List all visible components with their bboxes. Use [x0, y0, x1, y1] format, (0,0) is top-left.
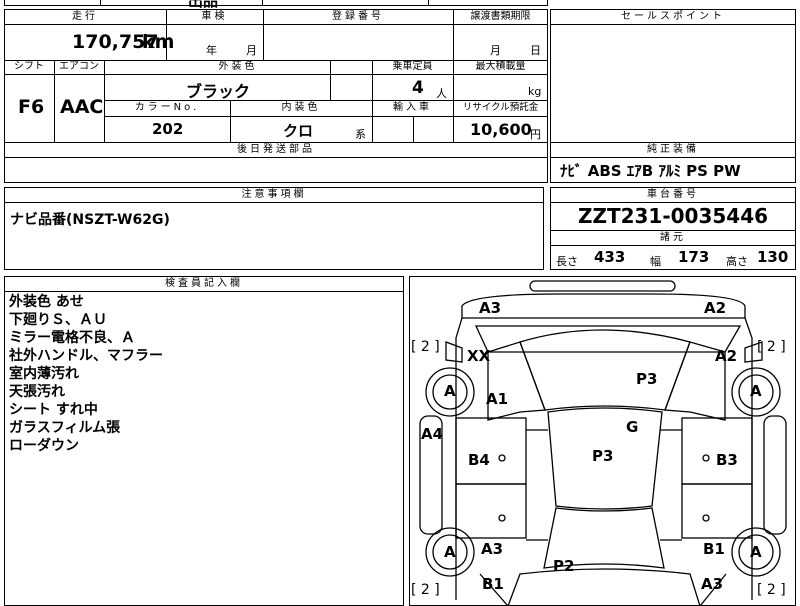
- shift-value: F6: [18, 96, 45, 118]
- mark-p3-center: P3: [592, 447, 614, 465]
- wheel-mark-rear-right: A: [750, 543, 762, 561]
- mark-b4: B4: [468, 451, 490, 469]
- mark-b1-lower-right: B1: [703, 540, 725, 558]
- windshield-outline: [519, 329, 691, 411]
- mark-a3-lower-left: A3: [481, 540, 504, 558]
- height-value: 130: [757, 248, 789, 266]
- wheel-mark-front-left: A: [444, 382, 456, 400]
- capacity-label: 乗車定員: [392, 61, 433, 72]
- inspector-line: 下廻りＳ、ＡＵ: [9, 312, 107, 328]
- interior-color-suffix: 系: [355, 128, 366, 141]
- deadline-day-unit: 日: [530, 44, 541, 57]
- left-front-door: [455, 417, 527, 485]
- length-label: 長さ: [556, 255, 578, 268]
- tire-tag-rear-left: [ 2 ]: [411, 582, 440, 598]
- right-side-skirt: [763, 415, 787, 535]
- front-bumper-outline: [461, 293, 746, 319]
- width-label: 幅: [650, 255, 661, 268]
- inspector-label: 検査員記入欄: [165, 278, 243, 289]
- capacity-unit: 人: [436, 87, 447, 100]
- height-label: 高さ: [726, 255, 748, 268]
- tire-tag-front-left: [ 2 ]: [411, 339, 440, 355]
- caution-text: ナビ品番(NSZT-W62G): [10, 212, 170, 228]
- mark-g: G: [626, 418, 639, 436]
- inspector-notes: 外装色 あせ 下廻りＳ、ＡＵ ミラー電格不良、Ａ 社外ハンドル、マフラー 室内薄…: [9, 293, 163, 455]
- caution-label: 注意事項欄: [241, 189, 307, 200]
- max-load-label: 最大積載量: [475, 61, 526, 72]
- right-rear-door: [681, 483, 753, 539]
- inspector-line: ローダウン: [9, 438, 79, 454]
- recycle-value: 10,600: [470, 120, 532, 139]
- inspection-label: 車検: [201, 11, 228, 22]
- left-front-fender: [487, 341, 546, 421]
- specs-label: 諸元: [660, 232, 686, 243]
- left-rear-door: [455, 483, 527, 539]
- inspector-line: 室内薄汚れ: [9, 366, 79, 382]
- mark-p2: P2: [553, 557, 575, 575]
- chassis-value: ZZT231-0035446: [577, 204, 769, 228]
- aircon-value: AAC: [60, 96, 104, 118]
- deadline-month-unit: 月: [490, 44, 501, 57]
- genuine-equipment-label: 純正装備: [647, 144, 699, 155]
- mark-a3-front-left: A3: [479, 299, 502, 317]
- car-diagram: [419, 280, 787, 606]
- inspector-line: 社外ハンドル、マフラー: [9, 348, 163, 364]
- registration-label: 登録番号: [332, 11, 384, 22]
- tire-tag-rear-right: [ 2 ]: [757, 582, 786, 598]
- exterior-color-value: ブラック: [186, 82, 251, 101]
- sales-points-label: セールスポイント: [621, 11, 725, 22]
- tire-tag-front-right: [ 2 ]: [757, 339, 786, 355]
- mileage-unit: km: [142, 31, 175, 53]
- left-body-line: [455, 317, 463, 600]
- mark-a1: A1: [486, 390, 509, 408]
- width-value: 173: [678, 248, 710, 266]
- mark-a4: A4: [421, 425, 444, 443]
- front-spoiler-outline: [529, 280, 676, 292]
- genuine-equipment-value: ﾅﾋﾞ ABS ｴｱB ｱﾙﾐ PS PW: [560, 162, 741, 180]
- interior-color-value: クロ: [283, 122, 314, 140]
- later-parts-label: 後日発送部品: [237, 144, 315, 155]
- chassis-label: 車台番号: [647, 189, 699, 200]
- mark-xx: XX: [467, 347, 491, 365]
- interior-color-label: 内装色: [281, 102, 321, 113]
- recycle-label: リサイクル預託金: [462, 102, 539, 113]
- mark-a2-front-right: A2: [704, 299, 727, 317]
- mark-a2-right: A2: [715, 347, 738, 365]
- mark-b1-bottom-left: B1: [482, 575, 504, 593]
- wheel-mark-rear-left: A: [444, 543, 456, 561]
- import-label: 輸入車: [393, 102, 432, 113]
- shift-label: シフト: [14, 61, 44, 72]
- top-strip: [4, 0, 548, 6]
- inspection-year-unit: 年: [206, 44, 217, 57]
- inspector-line: ガラスフィルム張: [9, 420, 121, 436]
- exterior-color-label: 外装色: [218, 61, 258, 72]
- mark-a3-bottom-right: A3: [701, 575, 724, 593]
- color-no-value: 202: [152, 120, 184, 138]
- max-load-unit: kg: [528, 85, 542, 98]
- inspector-line: 外装色 あせ: [9, 294, 84, 310]
- transfer-deadline-label: 譲渡書類期限: [470, 11, 531, 22]
- length-value: 433: [594, 248, 626, 266]
- mileage-label: 走行: [72, 11, 98, 22]
- inspection-month-unit: 月: [246, 44, 257, 57]
- inspector-line: シート すれ中: [9, 402, 98, 418]
- mark-b3: B3: [716, 451, 738, 469]
- mark-p3-upper: P3: [636, 370, 658, 388]
- trunk-outline: [507, 568, 701, 606]
- capacity-value: 4: [412, 78, 424, 98]
- color-no-label: カラーNo.: [134, 102, 200, 113]
- wheel-mark-front-right: A: [750, 382, 762, 400]
- left-mirror: [445, 341, 463, 363]
- recycle-unit: 円: [530, 128, 541, 141]
- inspector-line: 天張汚れ: [9, 384, 65, 400]
- aircon-label: エアコン: [59, 61, 99, 72]
- inspector-line: ミラー電格不良、Ａ: [9, 330, 135, 346]
